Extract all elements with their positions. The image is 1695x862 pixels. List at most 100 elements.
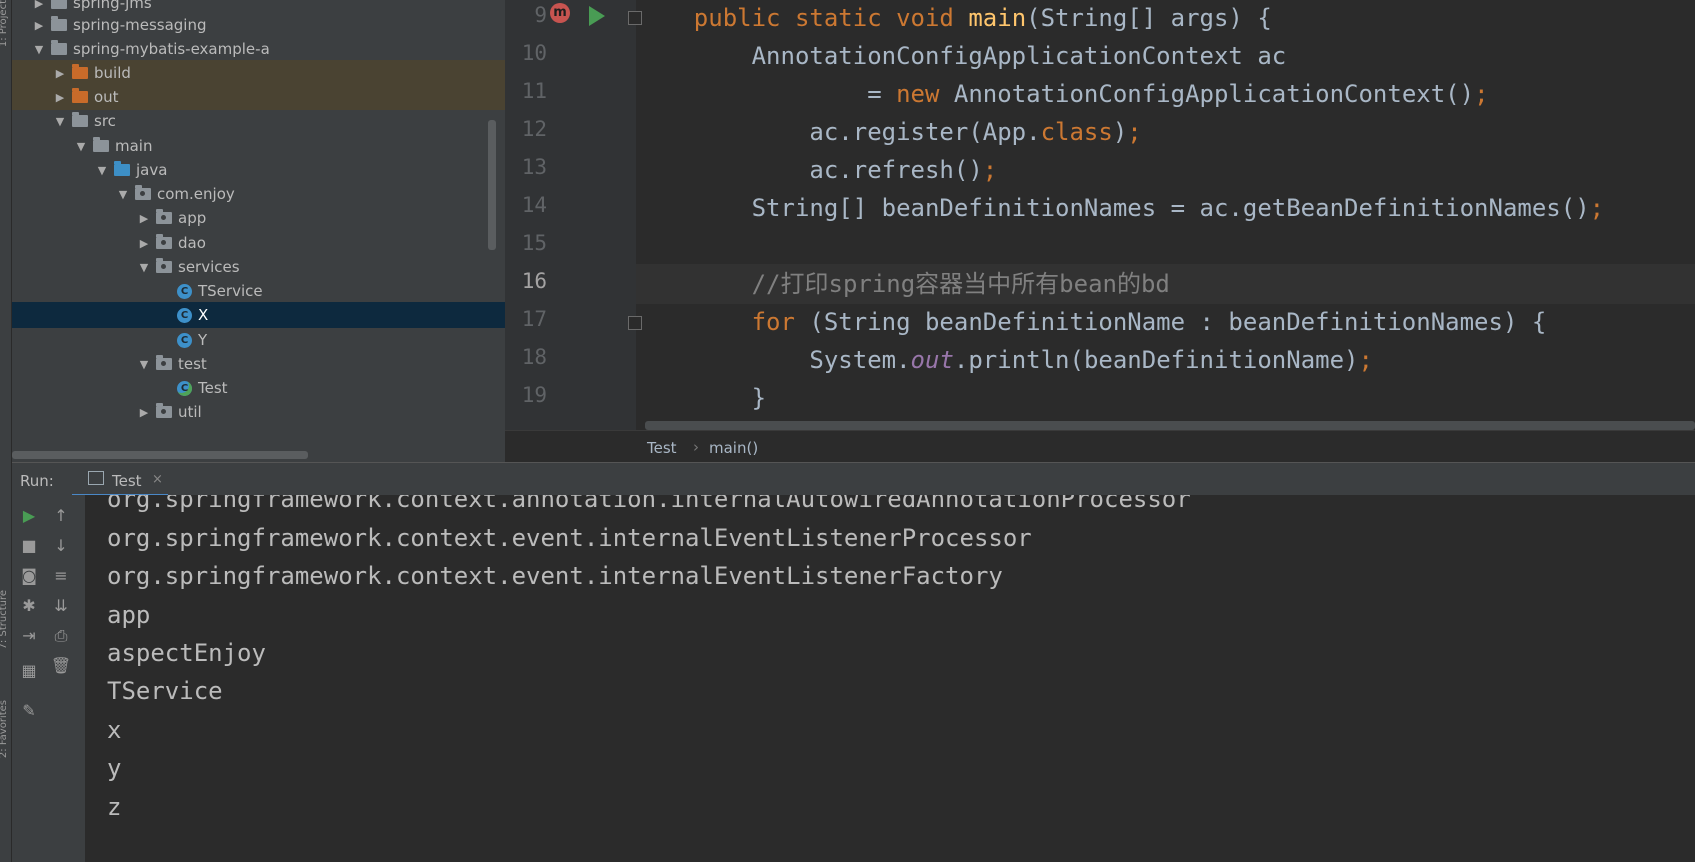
tree-item[interactable]: ▶CTest [12,375,505,401]
layout-icon[interactable]: ▦ [18,660,40,682]
collapsed-arrow-icon[interactable]: ▶ [138,406,150,419]
pin-icon[interactable]: ✎ [18,700,40,722]
tree-item[interactable]: ▶CTService [12,278,505,304]
code-editor[interactable]: public static void main(String[] args) {… [636,0,1695,430]
run-tab-test[interactable]: Test × [72,463,168,497]
tree-item-label: spring-jms [73,0,152,12]
tree-item[interactable]: ▶ app [12,205,505,231]
trash-icon[interactable]: 🗑 [50,655,72,677]
code-token: //打印spring容器当中所有bean的bd [751,270,1170,298]
code-line[interactable]: = new AnnotationConfigApplicationContext… [636,74,1695,114]
breadcrumb-method[interactable]: main() [709,439,758,457]
tree-item-label: X [198,306,209,324]
favorites-tool-tab[interactable]: 2: Favorites [0,700,12,758]
class-icon: C [177,307,192,323]
debug-settings-icon[interactable]: ✱ [18,595,40,617]
code-line[interactable]: public static void main(String[] args) { [636,0,1695,38]
folder-icon [72,112,88,127]
print-icon[interactable]: ⎙ [50,625,72,647]
line-number: 17 [521,307,547,331]
collapsed-arrow-icon[interactable]: ▶ [54,67,66,80]
tree-item[interactable]: ▶CY [12,327,505,353]
tree-item-label: Test [198,379,228,397]
code-line[interactable]: } [636,378,1695,418]
code-line[interactable] [636,226,1695,266]
code-line[interactable]: //打印spring容器当中所有bean的bd [636,264,1695,304]
tree-horizontal-scrollbar[interactable] [12,451,308,459]
tree-item[interactable]: ▼ services [12,254,505,280]
code-line[interactable]: ac.refresh(); [636,150,1695,190]
code-line[interactable]: String[] beanDefinitionNames = ac.getBea… [636,188,1695,228]
line-number: 16 [521,269,547,293]
tree-item[interactable]: ▶ util [12,399,505,425]
tree-item[interactable]: ▼ com.enjoy [12,181,505,207]
project-tool-tab[interactable]: 1: Project [0,0,12,47]
code-line[interactable]: ac.register(App.class); [636,112,1695,152]
breadcrumb-separator: › [693,438,699,456]
code-line[interactable]: System.out.println(beanDefinitionName); [636,340,1695,380]
stop-icon[interactable]: ■ [18,535,40,557]
expanded-arrow-icon[interactable]: ▼ [138,261,150,274]
console-output[interactable]: org.springframework.context.annotation.i… [85,495,1695,862]
code-token: (String beanDefinitionName : beanDefinit… [809,308,1547,336]
run-gutter-icon[interactable] [589,6,605,26]
scroll-to-end-icon[interactable]: ⇊ [50,595,72,617]
breadcrumb-class[interactable]: Test [647,439,677,457]
tree-item-label: dao [178,234,206,252]
exit-icon[interactable]: ⇥ [18,625,40,647]
tree-item[interactable]: ▼ main [12,133,505,159]
tree-item-label: src [94,112,116,130]
collapsed-arrow-icon[interactable]: ▶ [138,237,150,250]
expanded-arrow-icon[interactable]: ▼ [33,43,45,56]
camera-icon[interactable]: ◙ [18,565,40,587]
soft-wrap-icon[interactable]: ≡ [50,565,72,587]
code-token: public static void [693,4,969,32]
breadcrumb: Test › main() [505,430,1695,463]
rerun-icon[interactable]: ▶ [18,505,40,527]
tree-item[interactable]: ▼ src [12,108,505,134]
tree-item-label: app [178,209,207,227]
code-line[interactable]: AnnotationConfigApplicationContext ac [636,36,1695,76]
tree-item[interactable]: ▼ spring-mybatis-example-a [12,36,505,62]
code-token: AnnotationConfigApplicationContext() [953,80,1475,108]
tree-item[interactable]: ▶ build [12,60,505,86]
code-token: = [636,80,897,108]
expanded-arrow-icon[interactable]: ▼ [75,140,87,153]
code-line[interactable]: for (String beanDefinitionName : beanDef… [636,302,1695,342]
project-tree[interactable]: ▶ spring-jms ▶ spring-messaging ▼ spring-myba… [12,0,505,462]
expanded-arrow-icon[interactable]: ▼ [138,358,150,371]
tree-item[interactable]: ▼ java [12,157,505,183]
tree-item-label: Y [198,331,208,349]
tree-item-label: out [94,88,119,106]
line-number: 12 [521,117,547,141]
collapsed-arrow-icon[interactable]: ▶ [138,212,150,225]
down-arrow-icon[interactable]: ↓ [50,535,72,557]
code-token: ac.register(App. [636,118,1041,146]
code-token: ac.refresh() [636,156,983,184]
method-marker-icon[interactable]: m [550,3,570,23]
tree-item[interactable]: ▶ spring-messaging [12,12,505,38]
tree-vertical-scrollbar[interactable] [488,120,496,250]
line-number: 9 [534,3,547,27]
collapsed-arrow-icon[interactable]: ▶ [33,19,45,32]
console-line: org.springframework.context.annotation.i… [107,495,1191,514]
editor-horizontal-scrollbar[interactable] [645,421,1695,430]
tree-item[interactable]: ▶ dao [12,230,505,256]
close-icon[interactable]: × [152,472,163,487]
code-token: ; [1127,118,1142,146]
tree-item[interactable]: ▶ out [12,84,505,110]
expanded-arrow-icon[interactable]: ▼ [54,115,66,128]
tree-item[interactable]: ▼ test [12,351,505,377]
line-number: 10 [521,41,547,65]
structure-tool-tab[interactable]: 7: Structure [0,590,12,649]
collapsed-arrow-icon[interactable]: ▶ [54,91,66,104]
expanded-arrow-icon[interactable]: ▼ [96,164,108,177]
line-number: 19 [521,383,547,407]
code-token: for [751,308,810,336]
run-tab-label: Test [112,472,142,490]
expanded-arrow-icon[interactable]: ▼ [117,188,129,201]
up-arrow-icon[interactable]: ↑ [50,505,72,527]
collapsed-arrow-icon[interactable]: ▶ [33,0,45,10]
tree-item[interactable]: ▶CX [12,302,505,328]
